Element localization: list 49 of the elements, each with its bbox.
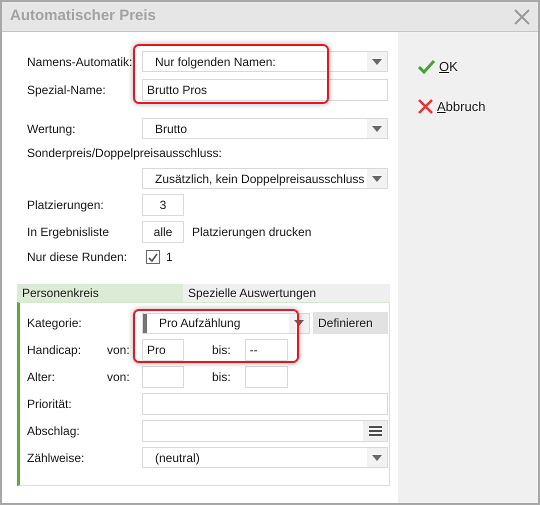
dropdown[interactable]: Zusätzlich, kein Doppelpreisausschluss (142, 168, 388, 189)
input-field[interactable] (142, 393, 388, 415)
field-label: Sonderpreis/Doppelpreisausschluss: (27, 145, 223, 162)
dialog-button[interactable]: Abbruch (418, 96, 486, 116)
dropdown-arrow-icon (372, 454, 382, 460)
field-label: Priorität: (27, 396, 73, 413)
field-label: Abschlag: (27, 423, 81, 440)
field-label: von: (107, 369, 131, 386)
tab[interactable]: Spezielle Auswertungen (183, 284, 390, 302)
dropdown-arrow-icon (372, 58, 382, 64)
checkmark-icon (418, 60, 435, 74)
close-icon[interactable] (514, 8, 530, 24)
window-title: Automatischer Preis (10, 6, 156, 26)
field-label: Nur diese Runden: (27, 249, 128, 266)
field-label: Wertung: (27, 120, 76, 138)
input-field[interactable] (142, 366, 184, 388)
field-label: Namens-Automatik: (27, 54, 134, 70)
dropdown[interactable]: Nur folgenden Namen: (142, 51, 388, 72)
field-label: von: (107, 342, 131, 359)
input-field[interactable] (244, 366, 288, 388)
input-field[interactable]: -- (244, 339, 288, 361)
dropdown[interactable]: Pro Aufzählung (142, 312, 310, 334)
checkbox[interactable] (146, 250, 160, 264)
input-field[interactable] (142, 420, 388, 442)
field-label: bis: (212, 369, 231, 386)
field-label: Zählweise: (27, 450, 86, 466)
input-field[interactable]: Brutto Pros (142, 79, 388, 101)
field-label: Alter: (27, 369, 56, 386)
dropdown-arrow-icon (294, 320, 304, 326)
dropdown[interactable]: (neutral) (142, 447, 388, 468)
field-label: Kategorie: (27, 315, 83, 332)
input-field[interactable]: Pro (142, 339, 184, 361)
dialog-button[interactable]: OK (418, 57, 458, 76)
menu-icon[interactable] (368, 426, 382, 436)
field-label: bis: (212, 342, 231, 359)
field-label: Spezial-Name: (27, 82, 107, 99)
field-label: Handicap: (27, 342, 82, 359)
field-label: In Ergebnisliste (27, 224, 110, 241)
input-field[interactable]: alle (142, 221, 184, 243)
checkbox-label: 1 (166, 249, 173, 266)
tab[interactable]: Personenkreis (17, 284, 183, 302)
define-button[interactable]: Definieren (313, 312, 388, 334)
field-label: Platzierungen drucken (192, 224, 312, 241)
dropdown[interactable]: Brutto (142, 118, 388, 139)
input-field[interactable]: 3 (142, 194, 184, 216)
close-icon (418, 98, 433, 114)
dropdown-arrow-icon (372, 126, 382, 132)
dropdown-arrow-icon (372, 176, 382, 182)
field-label: Platzierungen: (27, 197, 105, 214)
